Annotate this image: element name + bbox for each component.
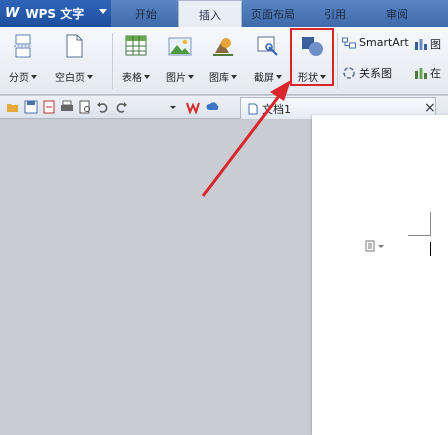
redo-icon[interactable] (114, 100, 128, 114)
chevron-down-icon (87, 74, 93, 79)
screenshot-button[interactable]: 截屏 (250, 31, 286, 89)
gallery-icon (213, 38, 233, 56)
table-button[interactable]: 表格 (118, 31, 154, 89)
chevron-down-icon (231, 74, 237, 79)
tab-label: 开始 (135, 7, 157, 21)
chevron-down-icon (31, 74, 37, 79)
relation-graph-button[interactable]: 关系图 (342, 65, 392, 81)
chart-icon (415, 39, 427, 50)
chevron-down-icon[interactable] (166, 100, 180, 114)
app-title: WPS 文字 (25, 7, 85, 21)
gallery-label: 图库 (209, 73, 229, 84)
online-icon (415, 68, 427, 79)
print-icon[interactable] (60, 100, 74, 114)
export-pdf-icon[interactable] (42, 100, 56, 114)
picture-icon (168, 37, 192, 56)
chevron-down-icon (276, 74, 282, 79)
chevron-down-icon (99, 9, 107, 14)
screenshot-icon (257, 36, 278, 56)
close-icon[interactable]: × (424, 100, 436, 116)
ribbon-divider (337, 33, 338, 89)
tab-insert[interactable]: 插入 (178, 0, 242, 28)
document-tab-label: 文档1 (262, 102, 291, 116)
blank-page-label: 空白页 (55, 73, 85, 84)
text-cursor (430, 242, 431, 256)
page-break-icon (14, 34, 32, 58)
cloud-icon[interactable] (206, 100, 220, 114)
picture-label: 图片 (166, 73, 186, 84)
document-page[interactable] (312, 115, 448, 435)
online-label: 在 (430, 67, 441, 80)
blank-page-icon (66, 34, 83, 58)
gallery-button[interactable]: 图库 (205, 31, 241, 89)
picture-button[interactable]: 图片 (162, 31, 198, 89)
relation-graph-icon (343, 67, 355, 79)
smartart-label: SmartArt (359, 36, 409, 49)
tab-home[interactable]: 开始 (114, 0, 178, 27)
wps-logo-icon: W (5, 6, 20, 21)
page-break-button[interactable]: 分页 (5, 31, 41, 89)
tab-page-layout[interactable]: 页面布局 (242, 0, 304, 27)
relation-graph-label: 关系图 (359, 67, 392, 80)
tab-label: 审阅 (386, 7, 408, 21)
margin-corner-mark (430, 212, 431, 236)
online-button[interactable]: 在 (414, 65, 441, 81)
print-preview-icon[interactable] (78, 100, 92, 114)
smartart-button[interactable]: SmartArt (342, 36, 409, 49)
open-folder-icon[interactable] (6, 100, 20, 114)
chevron-down-icon (144, 74, 150, 79)
wps-app-menu-button[interactable]: W WPS 文字 (0, 0, 111, 27)
ribbon-tabs: 开始 插入 页面布局 引用 审阅 (114, 0, 428, 28)
screenshot-label: 截屏 (254, 73, 274, 84)
highlight-box (290, 28, 334, 86)
ribbon-insert-panel: 分页 空白页 表格 图片 图库 截屏 形状 SmartArt 图 关系图 在 (0, 27, 448, 95)
table-label: 表格 (122, 73, 142, 84)
margin-corner-mark (408, 235, 430, 236)
wps-w-icon[interactable] (186, 100, 200, 114)
tab-review[interactable]: 审阅 (366, 0, 428, 27)
blank-page-button[interactable]: 空白页 (50, 31, 98, 89)
undo-icon[interactable] (96, 100, 110, 114)
tab-label: 引用 (324, 7, 346, 21)
chart-label: 图 (430, 38, 441, 51)
page-break-label: 分页 (9, 73, 29, 84)
ribbon-divider (112, 33, 113, 89)
paragraph-layout-icon[interactable] (365, 240, 387, 252)
title-bar: W WPS 文字 开始 插入 页面布局 引用 审阅 (0, 0, 448, 28)
chevron-down-icon (188, 74, 194, 79)
document-icon (248, 103, 258, 114)
table-icon (125, 35, 147, 56)
save-icon[interactable] (24, 100, 38, 114)
tab-label: 插入 (199, 8, 221, 22)
chart-button[interactable]: 图 (414, 36, 441, 52)
smartart-icon (342, 37, 356, 48)
tab-label: 页面布局 (251, 7, 295, 21)
tab-references[interactable]: 引用 (304, 0, 366, 27)
